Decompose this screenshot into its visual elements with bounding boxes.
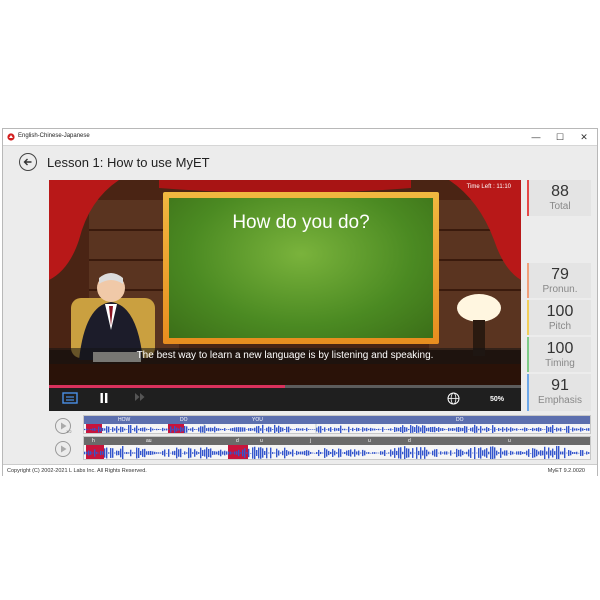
maximize-button[interactable]: ☐ [549,130,571,144]
score-pitch: 100 Pitch [527,300,591,335]
close-button[interactable]: ✕ [573,130,595,144]
score-total: 88 Total [527,180,591,216]
phoneme-label: d [408,438,411,444]
window-title: English-Chinese-Japanese [18,133,90,139]
back-button[interactable] [19,153,37,171]
phoneme-label: au [146,438,152,444]
score-pronunciation-label: Pronun. [542,284,578,295]
playback-speed[interactable]: 50% [485,392,509,407]
time-left-readout: Time Left : 11:10 [466,184,511,190]
app-logo-icon [7,133,15,141]
globe-icon [447,392,459,405]
status-bar: Copyright (C) 2002-2021 L Labs Inc. All … [3,464,597,477]
word-label: DO [180,417,188,423]
skip-forward-button[interactable] [133,392,147,407]
word-label: HOW [118,417,131,423]
copyright-text: Copyright (C) 2002-2021 L Labs Inc. All … [7,468,147,474]
score-timing-label: Timing [545,358,575,369]
word-label: DO [456,417,464,423]
word-label-strip: HOW DO YOU DO [84,416,590,424]
score-total-value: 88 [551,183,569,200]
pause-icon [100,393,108,403]
lesson-header: Lesson 1: How to use MyET [3,145,597,179]
waveform-graphic [84,424,590,433]
version-text: MyET 9.2.0020 [547,468,585,474]
phoneme-label-strip: h au d u j u d u [84,437,590,445]
page-title: Lesson 1: How to use MyET [47,155,210,170]
score-timing-value: 100 [546,340,574,357]
play-icon [61,445,67,453]
phoneme-label: d [236,438,239,444]
video-player[interactable]: How do you do? Time Left : 11:10 The bes… [49,180,521,388]
board-text: How do you do? [232,212,370,233]
score-emphasis-value: 91 [551,377,569,394]
reference-waveform[interactable]: HOW DO YOU DO [83,415,591,434]
score-emphasis: 91 Emphasis [527,374,591,411]
subtitle-caption: The best way to learn a new language is … [49,348,521,364]
minimize-button[interactable]: — [525,130,547,144]
player-controls: 50% [49,388,521,411]
recording-waveform[interactable]: h au d u j u d u [83,436,591,460]
score-pitch-value: 100 [546,303,574,320]
phoneme-label: h [92,438,95,444]
score-pronunciation-value: 79 [551,266,569,283]
title-bar: English-Chinese-Japanese — ☐ ✕ [3,129,597,146]
pause-button[interactable] [97,392,111,407]
subtitle-toggle-button[interactable] [61,392,79,407]
phoneme-label: u [508,438,511,444]
play-recording-button[interactable] [55,441,71,457]
chalkboard: How do you do? [163,192,439,344]
phoneme-label: u [368,438,371,444]
play-reference-button[interactable]: 1/2 [55,418,72,434]
skip-forward-icon [135,393,145,401]
chalkboard-surface: How do you do? [169,198,433,338]
phoneme-label: u [260,438,263,444]
score-pronunciation: 79 Pronun. [527,263,591,298]
app-window: English-Chinese-Japanese — ☐ ✕ Lesson 1:… [2,128,598,477]
language-button[interactable] [445,392,461,407]
play-speed-label: 1/2 [66,429,72,434]
arrow-left-icon [23,158,32,166]
score-timing: 100 Timing [527,337,591,372]
score-pitch-label: Pitch [548,321,572,332]
phoneme-label: j [310,438,312,444]
score-total-label: Total [549,201,571,212]
subtitles-icon [62,392,78,404]
waveform-graphic [84,445,590,459]
word-label: YOU [252,417,263,423]
score-emphasis-label: Emphasis [538,395,582,406]
